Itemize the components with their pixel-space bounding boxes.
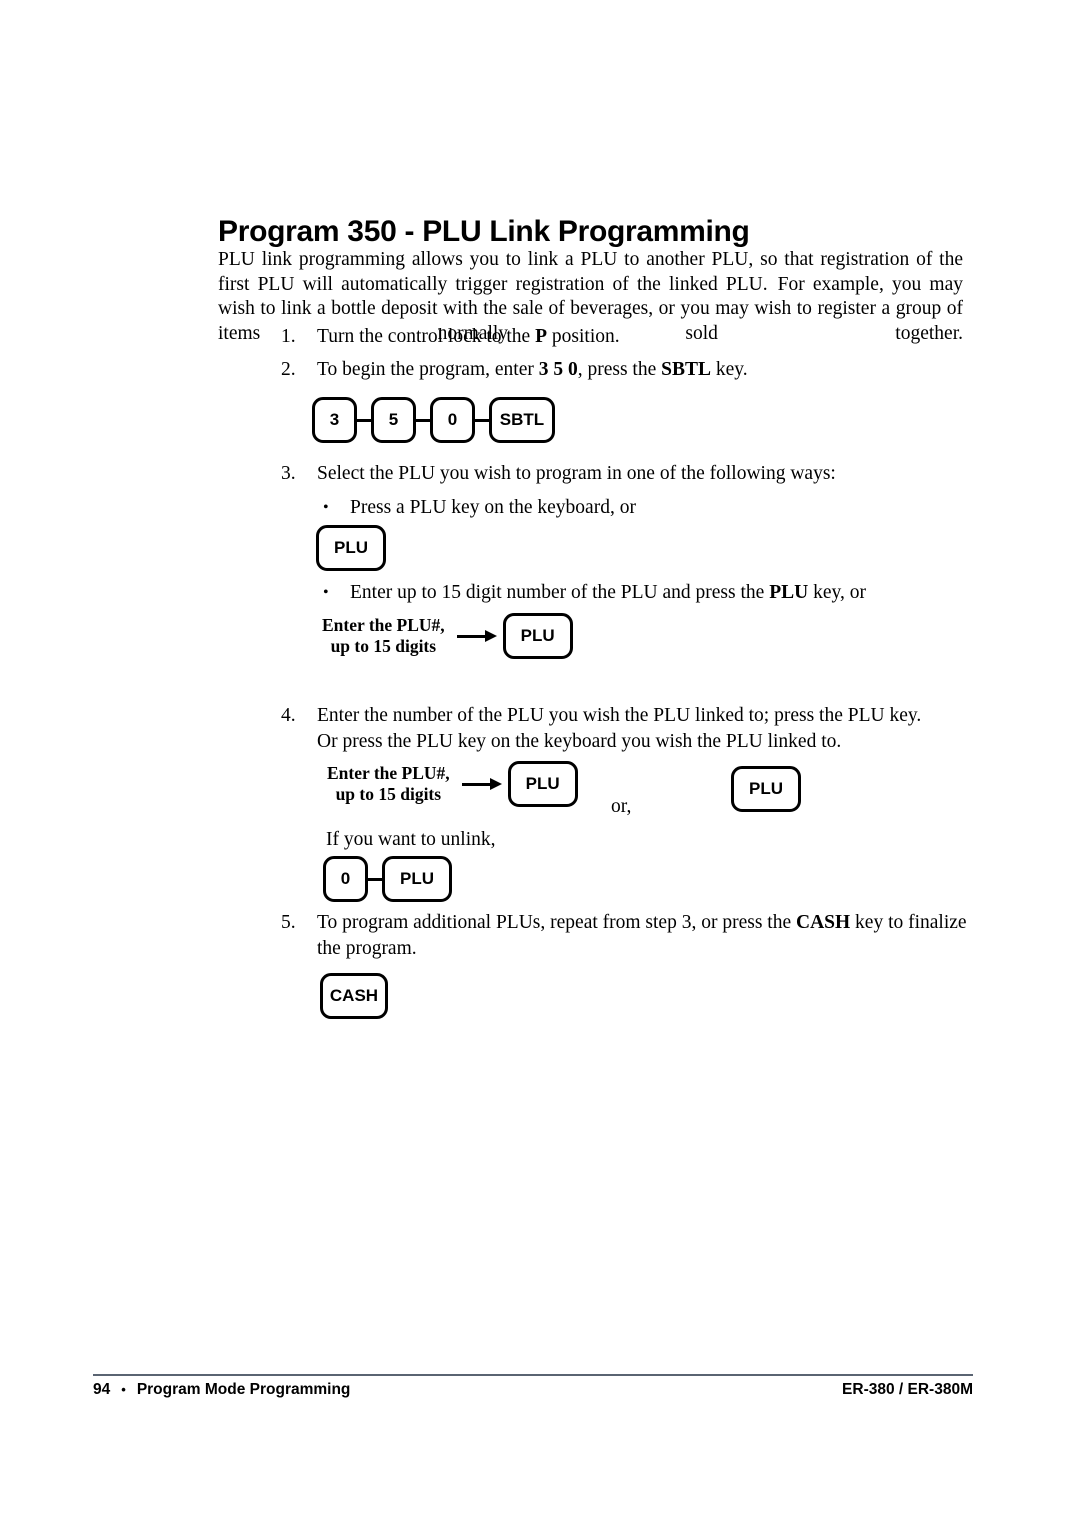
key-cash[interactable]: CASH bbox=[320, 973, 388, 1019]
step-2-bold-code: 3 5 0 bbox=[538, 359, 578, 380]
bullet-marker: • bbox=[323, 499, 329, 516]
step-3-text: Select the PLU you wish to program in on… bbox=[317, 463, 836, 484]
key-sbtl[interactable]: SBTL bbox=[489, 397, 555, 443]
key-plu[interactable]: PLU bbox=[382, 856, 452, 902]
diagram-label-b-line2: up to 15 digits bbox=[335, 784, 442, 804]
diagram-enter-plu-a: Enter the PLU#, up to 15 digits PLU bbox=[322, 613, 573, 659]
unlink-instruction: If you want to unlink, bbox=[326, 829, 496, 850]
step-3: 3. Select the PLU you wish to program in… bbox=[281, 461, 971, 487]
step-2-number: 2. bbox=[281, 359, 296, 380]
diagram-label-a: Enter the PLU#, up to 15 digits bbox=[322, 615, 445, 657]
footer-divider bbox=[93, 1374, 973, 1376]
key-connector bbox=[416, 418, 430, 422]
footer-page-number: 94 bbox=[93, 1381, 111, 1398]
step-2-bold-key: SBTL bbox=[661, 359, 712, 380]
key-sequence-350: 3 5 0 SBTL bbox=[312, 397, 555, 443]
step-4-text: Enter the number of the PLU you wish the… bbox=[317, 703, 921, 755]
document-page: Program 350 - PLU Link Programming PLU l… bbox=[0, 0, 1080, 1528]
key-0[interactable]: 0 bbox=[323, 856, 368, 902]
step-4-line-1: Enter the number of the PLU you wish the… bbox=[317, 705, 922, 726]
bullet-2-text: Enter up to 15 digit number of the PLU a… bbox=[350, 580, 866, 606]
arrow-right-icon bbox=[456, 629, 497, 643]
key-plu[interactable]: PLU bbox=[731, 766, 801, 812]
bullet-2-text-before: Enter up to 15 digit number of the PLU a… bbox=[350, 582, 770, 603]
footer-model: ER-380 / ER-380M bbox=[842, 1381, 973, 1398]
step-1: 1. Turn the control lock to the P positi… bbox=[281, 324, 971, 350]
diagram-label-b: Enter the PLU#, up to 15 digits bbox=[327, 763, 450, 805]
bullet-1-text: Press a PLU key on the keyboard, or bbox=[350, 497, 636, 518]
key-connector bbox=[368, 877, 382, 881]
step-5-text-before: To program additional PLUs, repeat from … bbox=[317, 912, 796, 933]
key-connector bbox=[357, 418, 371, 422]
key-sequence-plu-single: PLU bbox=[316, 525, 386, 571]
key-3[interactable]: 3 bbox=[312, 397, 357, 443]
key-5[interactable]: 5 bbox=[371, 397, 416, 443]
diagram-label-a-line2: up to 15 digits bbox=[330, 636, 437, 656]
bullet-item-2: • Enter up to 15 digit number of the PLU… bbox=[317, 580, 957, 606]
step-1-bold: P bbox=[535, 326, 548, 347]
page-footer: 94 • Program Mode Programming ER-380 / E… bbox=[93, 1381, 973, 1399]
key-0[interactable]: 0 bbox=[430, 397, 475, 443]
key-sequence-zero-plu: 0 PLU bbox=[323, 856, 452, 902]
step-2-text-mid: , press the bbox=[577, 359, 662, 380]
step-5-number: 5. bbox=[281, 912, 296, 933]
step-1-text-after: position. bbox=[547, 326, 620, 347]
step-2-text: To begin the program, enter 3 5 0, press… bbox=[317, 357, 748, 383]
step-4: 4. Enter the number of the PLU you wish … bbox=[281, 703, 981, 755]
step-2-text-before: To begin the program, enter bbox=[317, 359, 539, 380]
footer-left: 94 • Program Mode Programming bbox=[93, 1381, 350, 1399]
step-5-text: To program additional PLUs, repeat from … bbox=[317, 910, 981, 962]
bullet-2-bold: PLU bbox=[769, 582, 809, 603]
diagram-enter-plu-b: Enter the PLU#, up to 15 digits PLU bbox=[327, 761, 578, 807]
footer-section-title: Program Mode Programming bbox=[136, 1381, 351, 1398]
step-1-text: Turn the control lock to the P position. bbox=[317, 324, 620, 350]
key-plu[interactable]: PLU bbox=[502, 613, 573, 659]
step-4-line-2: Or press the PLU key on the keyboard you… bbox=[317, 731, 842, 752]
diagram-label-a-line1: Enter the PLU#, bbox=[322, 615, 445, 635]
key-sequence-cash: CASH bbox=[320, 973, 388, 1019]
step-1-number: 1. bbox=[281, 326, 296, 347]
bullet-item-1: • Press a PLU key on the keyboard, or bbox=[317, 495, 957, 521]
step-2-text-after: key. bbox=[711, 359, 748, 380]
step-1-text-before: Turn the control lock to the bbox=[317, 326, 536, 347]
key-sequence-plu-alternate: PLU bbox=[731, 766, 801, 812]
step-2: 2. To begin the program, enter 3 5 0, pr… bbox=[281, 357, 971, 383]
page-title: Program 350 - PLU Link Programming bbox=[218, 215, 750, 248]
step-3-number: 3. bbox=[281, 463, 296, 484]
footer-separator-dot: • bbox=[121, 1382, 126, 1397]
step-5: 5. To program additional PLUs, repeat fr… bbox=[281, 910, 981, 962]
step-4-number: 4. bbox=[281, 705, 296, 726]
diagram-label-b-line1: Enter the PLU#, bbox=[327, 763, 450, 783]
bullet-marker: • bbox=[323, 584, 329, 601]
key-connector bbox=[475, 418, 489, 422]
bullet-2-text-after: key, or bbox=[808, 582, 866, 603]
or-connector-text: or, bbox=[611, 796, 632, 817]
key-plu[interactable]: PLU bbox=[316, 525, 386, 571]
key-plu[interactable]: PLU bbox=[507, 761, 578, 807]
arrow-right-icon bbox=[461, 777, 502, 791]
step-5-bold: CASH bbox=[795, 912, 851, 933]
